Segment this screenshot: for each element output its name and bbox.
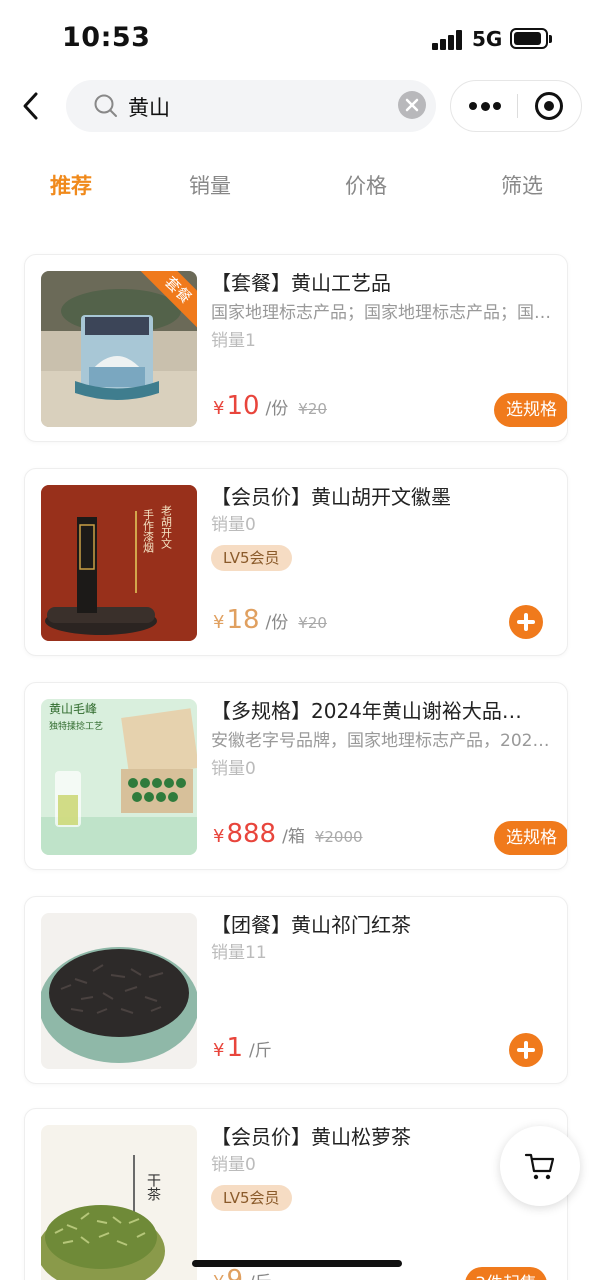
thumb-text: 手作漆烟 bbox=[142, 508, 155, 553]
back-button[interactable] bbox=[16, 86, 50, 126]
member-badge: LV5会员 bbox=[211, 545, 292, 571]
price-row: ¥ 1 /斤 bbox=[213, 1033, 272, 1069]
status-bar: 10:53 5G bbox=[0, 0, 592, 80]
product-card[interactable]: 套餐 【套餐】黄山工艺品 国家地理标志产品；国家地理标志产品；国… 销量1 ¥ … bbox=[24, 254, 568, 442]
thumb-text: 独特揉捻工艺 bbox=[49, 720, 103, 732]
clear-button[interactable] bbox=[398, 91, 426, 119]
product-image bbox=[41, 913, 197, 1069]
product-image: 老胡开文 手作漆烟 bbox=[41, 485, 197, 641]
product-card[interactable]: 干茶 【会员价】黄山松萝茶 销量0 LV5会员 ¥ 9 /斤 3件起售 bbox=[24, 1108, 568, 1280]
signal-icon bbox=[432, 30, 464, 50]
product-title: 【会员价】黄山胡开文徽墨 bbox=[211, 485, 451, 509]
network-type: 5G bbox=[472, 27, 503, 51]
currency-symbol: ¥ bbox=[213, 1272, 224, 1280]
home-indicator bbox=[192, 1260, 402, 1267]
price: 888 bbox=[226, 819, 277, 849]
product-image: 黄山毛峰 独特揉捻工艺 bbox=[41, 699, 197, 855]
currency-symbol: ¥ bbox=[213, 826, 225, 847]
tab-recommend[interactable]: 推荐 bbox=[50, 170, 92, 200]
mini-program-capsule bbox=[450, 80, 582, 132]
select-spec-button[interactable]: 选规格 bbox=[494, 393, 567, 427]
price-unit: /份 bbox=[265, 399, 289, 419]
product-image: 干茶 bbox=[41, 1125, 197, 1280]
product-title: 【团餐】黄山祁门红茶 bbox=[211, 913, 411, 937]
close-icon bbox=[405, 98, 419, 112]
price-row: ¥ 18 /份 ¥20 bbox=[213, 605, 327, 641]
price-unit: /斤 bbox=[249, 1041, 272, 1061]
more-icon bbox=[469, 101, 501, 111]
product-subtitle: 安徽老字号品牌，国家地理标志产品，202… bbox=[211, 731, 550, 751]
page: 10:53 5G 黄山 推荐 销量 价格 筛选 套餐 【套餐】黄山工艺品 国家地… bbox=[0, 0, 592, 1280]
product-title: 【多规格】2024年黄山谢裕大品… bbox=[211, 699, 522, 723]
price-row: ¥ 888 /箱 ¥2000 bbox=[213, 819, 363, 855]
product-sales: 销量0 bbox=[211, 759, 256, 779]
chevron-left-icon bbox=[23, 92, 38, 120]
member-badge: LV5会员 bbox=[211, 1185, 292, 1211]
product-card[interactable]: 老胡开文 手作漆烟 【会员价】黄山胡开文徽墨 销量0 LV5会员 ¥ 18 /份… bbox=[24, 468, 568, 656]
sort-tabs: 推荐 销量 价格 筛选 bbox=[0, 170, 592, 210]
product-card[interactable]: 【团餐】黄山祁门红茶 销量11 ¥ 1 /斤 bbox=[24, 896, 568, 1084]
tab-filter[interactable]: 筛选 bbox=[501, 170, 543, 200]
product-title: 【套餐】黄山工艺品 bbox=[211, 271, 391, 295]
price: 10 bbox=[226, 391, 260, 421]
price-unit: /斤 bbox=[249, 1268, 272, 1280]
currency-symbol: ¥ bbox=[213, 612, 225, 633]
product-sales: 销量0 bbox=[211, 515, 256, 535]
min-purchase-button[interactable]: 3件起售 bbox=[465, 1267, 547, 1280]
product-subtitle: 国家地理标志产品；国家地理标志产品；国… bbox=[211, 303, 551, 323]
price-row: ¥ 10 /份 ¥20 bbox=[213, 391, 327, 427]
currency-symbol: ¥ bbox=[213, 398, 225, 419]
product-sales: 销量1 bbox=[211, 331, 256, 351]
cart-icon bbox=[524, 1153, 555, 1180]
search-icon bbox=[94, 94, 117, 117]
original-price: ¥20 bbox=[298, 400, 327, 418]
capsule-divider bbox=[517, 94, 518, 118]
select-spec-button[interactable]: 选规格 bbox=[494, 821, 567, 855]
add-to-cart-button[interactable] bbox=[509, 1033, 543, 1067]
thumb-text: 黄山毛峰 bbox=[49, 702, 97, 716]
thumb-text: 干茶 bbox=[145, 1173, 161, 1201]
currency-symbol: ¥ bbox=[213, 1040, 225, 1061]
cart-button[interactable] bbox=[500, 1126, 580, 1206]
price: 9 bbox=[226, 1265, 243, 1280]
original-price: ¥20 bbox=[298, 614, 327, 632]
battery-icon bbox=[510, 28, 552, 49]
original-price: ¥2000 bbox=[314, 828, 363, 846]
price-row: ¥ 9 /斤 bbox=[213, 1265, 272, 1280]
more-button[interactable] bbox=[451, 81, 517, 131]
price-unit: /箱 bbox=[282, 827, 305, 847]
close-miniprogram-icon[interactable] bbox=[535, 92, 563, 120]
status-time: 10:53 bbox=[62, 22, 151, 53]
price: 1 bbox=[226, 1033, 243, 1063]
price-unit: /份 bbox=[265, 613, 289, 633]
tab-price[interactable]: 价格 bbox=[345, 170, 387, 200]
product-image: 套餐 bbox=[41, 271, 197, 427]
add-to-cart-button[interactable] bbox=[509, 605, 543, 639]
product-sales: 销量11 bbox=[211, 943, 267, 963]
search-bar[interactable]: 黄山 bbox=[66, 80, 436, 132]
tab-sales[interactable]: 销量 bbox=[189, 170, 231, 200]
price: 18 bbox=[226, 605, 260, 635]
product-card[interactable]: 黄山毛峰 独特揉捻工艺 【多规格】2024年黄山谢裕大品… 安徽老字号品牌，国家… bbox=[24, 682, 568, 870]
thumb-text: 老胡开文 bbox=[160, 505, 173, 549]
search-input[interactable]: 黄山 bbox=[128, 92, 170, 122]
